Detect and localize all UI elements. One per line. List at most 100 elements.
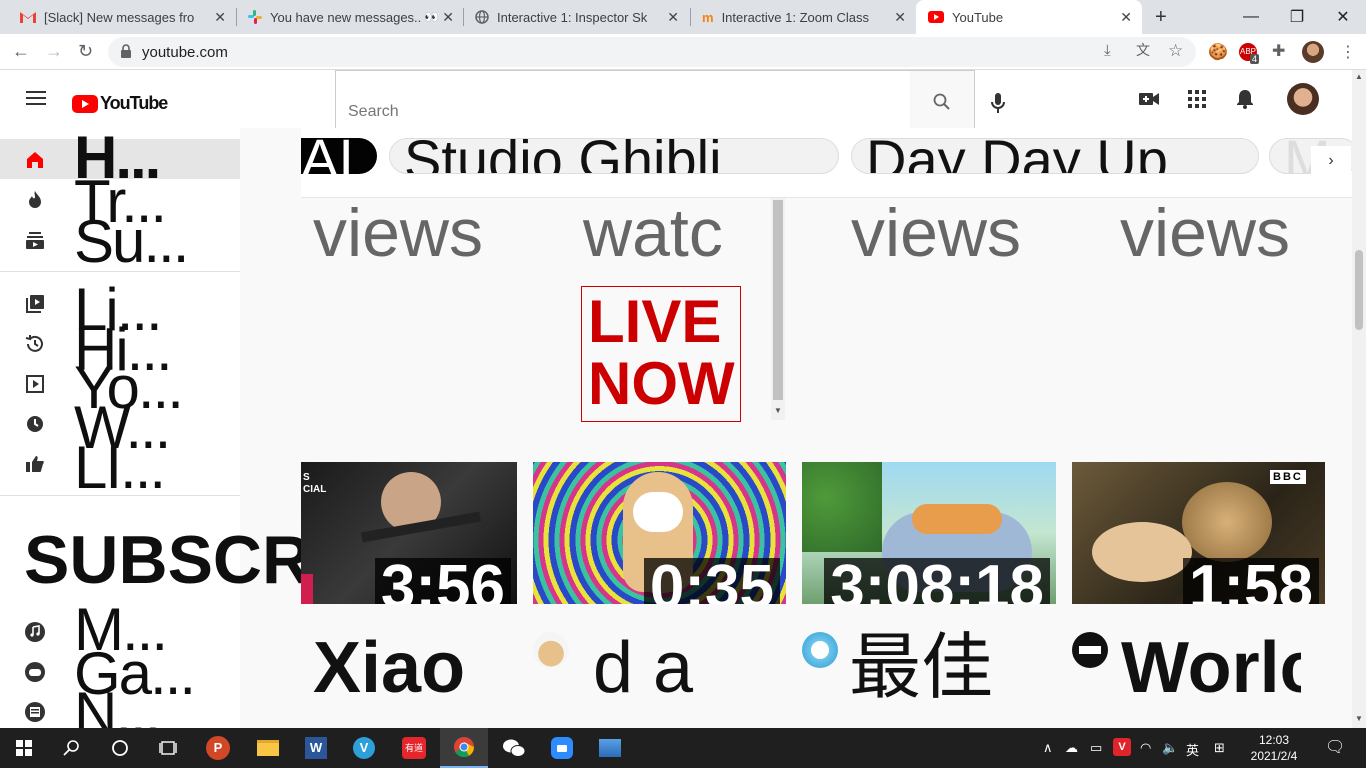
notifications-bell-icon[interactable]	[1236, 89, 1254, 109]
extension-badge: 4	[1250, 54, 1260, 64]
chip-day-day-up[interactable]: Day Day Up	[851, 138, 1259, 174]
battery-icon[interactable]: ▭	[1090, 740, 1102, 756]
zoom-icon[interactable]	[538, 728, 586, 768]
video-thumbnail-4[interactable]: BBC 1:58	[1072, 462, 1325, 604]
wifi-icon[interactable]: ◠	[1140, 740, 1151, 756]
guide-label-liked: LI...	[74, 434, 166, 501]
word-icon[interactable]: W	[292, 728, 340, 768]
file-explorer-icon[interactable]	[244, 728, 292, 768]
news-icon	[24, 701, 46, 723]
onedrive-cloud-icon[interactable]: ☁	[1065, 740, 1078, 756]
tab-zoom-class[interactable]: m Interactive 1: Zoom Class Me ✕	[690, 0, 916, 34]
video-title[interactable]: d a	[593, 628, 753, 708]
ime-indicator[interactable]: 英	[1186, 740, 1199, 759]
account-avatar[interactable]	[1287, 83, 1319, 115]
history-icon	[24, 333, 46, 355]
chip-ai[interactable]: AI	[301, 138, 377, 174]
youtube-logo[interactable]: YouTube	[72, 93, 168, 114]
browser-toolbar: ← → ↻ youtube.com ⤓ 文 ☆ 🍪 ABP 4 ✚ ⋮	[0, 34, 1366, 70]
url-text: youtube.com	[142, 44, 228, 61]
bbc-logo: BBC	[1270, 470, 1306, 484]
close-tab-icon[interactable]: ✕	[1120, 9, 1132, 26]
gaming-icon	[24, 661, 46, 683]
close-tab-icon[interactable]: ✕	[667, 9, 679, 26]
close-tab-icon[interactable]: ✕	[894, 9, 906, 26]
youtube-icon	[928, 11, 944, 23]
vivaldi-tray-icon[interactable]: V	[1113, 738, 1131, 756]
vscode-icon[interactable]: V	[340, 728, 388, 768]
inner-scrollbar[interactable]: ▼	[771, 198, 785, 420]
mute-icon[interactable]: 👀	[424, 10, 439, 24]
video-title[interactable]: 最佳	[849, 628, 1029, 708]
close-tab-icon[interactable]: ✕	[442, 9, 454, 26]
chrome-icon[interactable]	[440, 728, 488, 768]
profile-avatar[interactable]	[1302, 41, 1324, 63]
video-thumbnail-1[interactable]: S CIAL 3:56	[301, 462, 517, 604]
minimize-button[interactable]: —	[1228, 0, 1274, 34]
slack-icon	[248, 10, 262, 24]
microphone-icon[interactable]	[990, 92, 1006, 114]
task-view-icon[interactable]	[144, 728, 192, 768]
video-meta-views: views	[851, 198, 1022, 271]
globe-icon	[475, 10, 489, 24]
show-hidden-icons-chevron[interactable]: ∧	[1043, 740, 1053, 756]
search-button[interactable]	[910, 70, 975, 134]
new-tab-button[interactable]: +	[1155, 6, 1167, 29]
reload-button[interactable]: ↻	[78, 42, 93, 60]
install-icon[interactable]: ⤓	[1104, 43, 1111, 58]
cookie-extension-icon[interactable]: 🍪	[1208, 42, 1228, 62]
photos-icon[interactable]	[586, 728, 634, 768]
page-scrollbar[interactable]: ▲ ▼	[1352, 70, 1366, 728]
ime-mode-icon[interactable]: ⊞	[1214, 740, 1225, 756]
windows-start-icon[interactable]	[0, 728, 48, 768]
wechat-icon[interactable]	[490, 728, 538, 768]
channel-avatar[interactable]	[533, 632, 569, 668]
powerpoint-icon[interactable]: P	[194, 728, 242, 768]
video-grid: views watc views views LIVE NOW ▼ S CIAL…	[301, 198, 1352, 728]
address-bar[interactable]: youtube.com ⤓ 文 ☆	[108, 37, 1196, 67]
search-input[interactable]	[336, 71, 910, 133]
tab-youtube[interactable]: YouTube ✕	[916, 0, 1142, 34]
bookmark-star-icon[interactable]: ☆	[1168, 42, 1183, 59]
tab-title: YouTube	[952, 9, 1004, 25]
tab-inspector-sketch[interactable]: Interactive 1: Inspector Sketc ✕	[463, 0, 689, 34]
youdao-icon[interactable]: 有道	[390, 728, 438, 768]
video-thumbnail-3[interactable]: 3:08:18	[802, 462, 1056, 604]
windows-taskbar: P W V 有道 ∧ ☁ ▭ V ◠ 🔈 英 ⊞ 12:03 2021/2/4 …	[0, 728, 1366, 768]
menu-icon[interactable]: ⋮	[1340, 42, 1356, 62]
maximize-button[interactable]: ❐	[1274, 0, 1320, 34]
lock-icon[interactable]	[120, 44, 132, 58]
close-tab-icon[interactable]: ✕	[214, 9, 226, 26]
forward-button[interactable]: →	[45, 42, 63, 60]
translate-icon[interactable]: 文	[1136, 43, 1150, 57]
search-icon	[933, 93, 951, 111]
live-now-badge: LIVE NOW	[581, 286, 741, 422]
video-thumbnail-2[interactable]: 0:35	[533, 462, 786, 604]
liked-icon	[24, 453, 46, 475]
gmail-icon	[20, 11, 36, 23]
channel-avatar[interactable]	[1072, 632, 1108, 668]
channel-avatar[interactable]	[802, 632, 838, 668]
back-button[interactable]: ←	[12, 42, 30, 60]
search-icon[interactable]	[48, 728, 96, 768]
watch-later-icon	[24, 413, 46, 435]
volume-icon[interactable]: 🔈	[1162, 740, 1178, 756]
cortana-icon[interactable]	[96, 728, 144, 768]
tab-slack[interactable]: You have new messages... 👀 ✕	[236, 0, 464, 34]
close-window-button[interactable]: ✕	[1320, 0, 1366, 34]
chip-studio-ghibli[interactable]: Studio Ghibli	[389, 138, 839, 174]
tab-gmail[interactable]: [Slack] New messages from ✕	[8, 0, 236, 34]
extensions-puzzle-icon[interactable]: ✚	[1272, 41, 1285, 61]
hamburger-menu-icon[interactable]	[26, 91, 46, 105]
video-title[interactable]: Worlc	[1121, 628, 1301, 708]
clock[interactable]: 12:03 2021/2/4	[1246, 732, 1302, 764]
clock-time: 12:03	[1258, 733, 1290, 747]
search-box[interactable]	[335, 70, 911, 134]
chevron-right-icon[interactable]: ›	[1311, 146, 1351, 176]
guide-label-subscriptions: Su...	[74, 208, 189, 275]
create-video-icon[interactable]	[1139, 91, 1159, 107]
apps-grid-icon[interactable]	[1188, 90, 1206, 108]
video-title[interactable]: Xiao	[313, 628, 493, 708]
action-center-icon[interactable]: 🗨	[1325, 737, 1345, 757]
tab-title: Interactive 1: Zoom Class Me	[721, 9, 872, 25]
